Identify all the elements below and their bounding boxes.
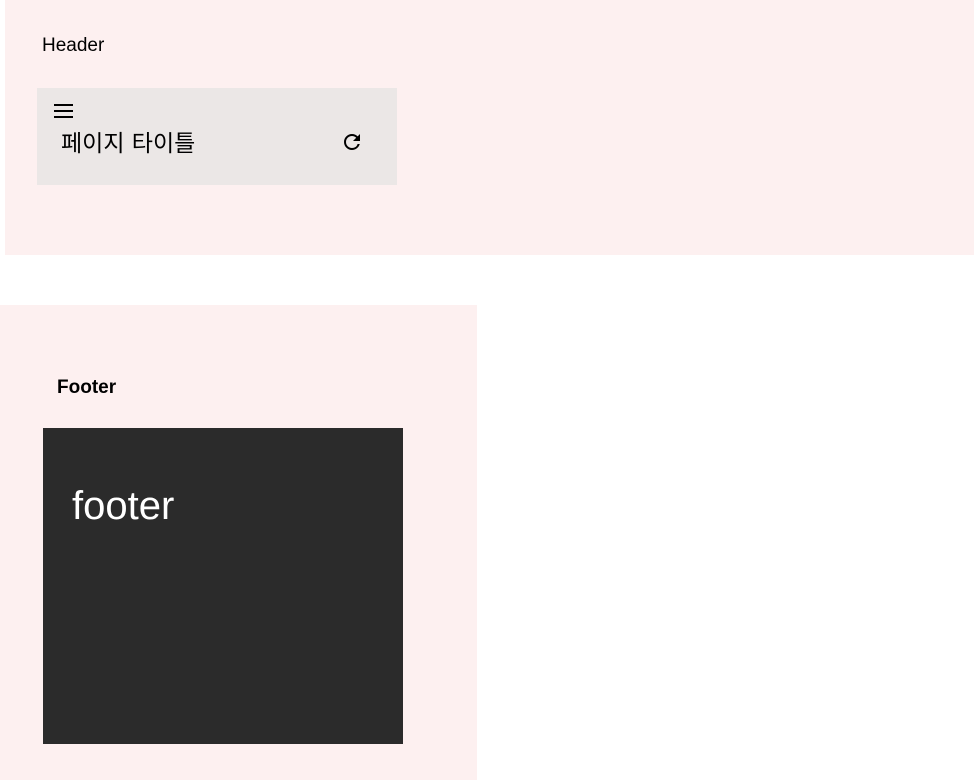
footer-section: Footer footer [0,305,477,780]
footer-text: footer [72,484,175,528]
footer-content-box: footer [43,428,403,744]
header-label: Header [42,35,105,56]
page-title: 페이지 타이틀 [61,131,196,157]
top-app-bar: 페이지 타이틀 [37,88,397,185]
menu-icon[interactable] [53,102,75,120]
header-section: Header 페이지 타이틀 [5,0,974,255]
refresh-icon[interactable] [340,130,364,154]
footer-label: Footer [57,377,117,398]
